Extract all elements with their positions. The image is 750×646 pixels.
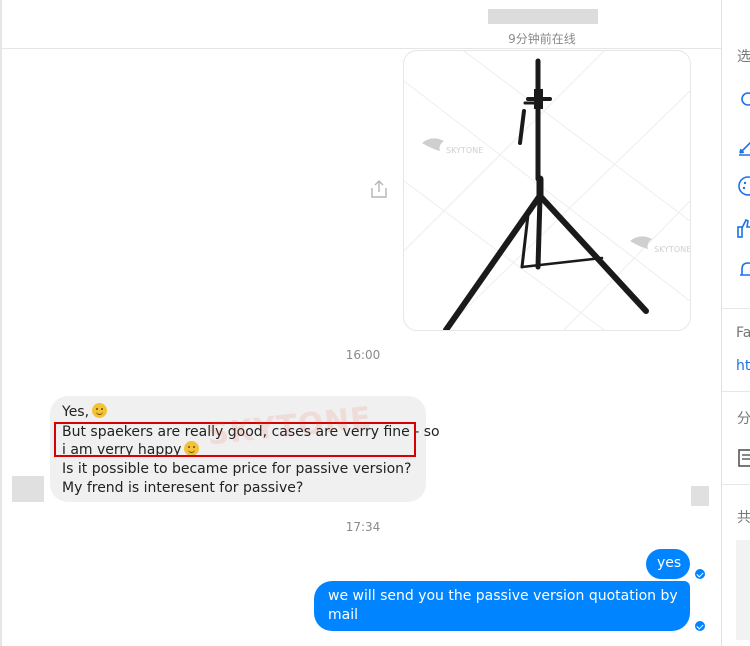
message-line: Is it possible to became price for passi… xyxy=(62,461,412,477)
message-line: we will send you the passive version quo… xyxy=(328,588,678,604)
message-text: yes xyxy=(657,555,682,571)
online-status: 9分钟前在线 xyxy=(508,32,576,46)
panel-label: 选 xyxy=(737,49,750,65)
outgoing-message-bubble[interactable]: yes xyxy=(646,549,690,579)
panel-link[interactable]: ht xyxy=(736,358,750,374)
chat-area[interactable]: SKYTONE SKYTONE 16:00 Yes, But spaekers … xyxy=(2,49,722,646)
delivered-check-icon xyxy=(695,569,705,579)
panel-divider xyxy=(722,391,750,392)
chat-header: 9分钟前在线 xyxy=(2,0,722,49)
palette-icon[interactable] xyxy=(736,174,750,198)
contact-avatar[interactable] xyxy=(12,476,44,502)
pencil-icon[interactable] xyxy=(736,134,750,158)
shared-photo-speaker-stand[interactable]: SKYTONE SKYTONE xyxy=(403,50,691,331)
panel-divider xyxy=(722,484,750,485)
right-info-panel: 选 Fa ht 分 共 xyxy=(721,0,750,646)
panel-label: 共 xyxy=(737,510,750,526)
panel-label: 分 xyxy=(737,411,750,427)
message-line: mail xyxy=(328,607,358,623)
timestamp: 16:00 xyxy=(345,348,381,362)
search-icon[interactable] xyxy=(736,88,750,112)
svg-text:SKYTONE: SKYTONE xyxy=(446,146,483,155)
panel-label: Fa xyxy=(736,325,750,341)
message-line: Yes, xyxy=(62,403,108,422)
skytone-watermark-logo-2: SKYTONE xyxy=(630,236,690,254)
wink-emoji-icon xyxy=(92,403,108,418)
seen-avatar xyxy=(691,486,709,506)
bell-icon[interactable] xyxy=(736,258,750,282)
message-line: My frend is interesent for passive? xyxy=(62,480,304,496)
outgoing-message-bubble[interactable]: we will send you the passive version quo… xyxy=(314,581,690,631)
share-icon[interactable] xyxy=(368,178,390,200)
shared-media-thumbnails[interactable] xyxy=(736,540,750,640)
speaker-stand-image: SKYTONE SKYTONE xyxy=(404,51,690,330)
document-icon[interactable] xyxy=(736,446,750,470)
thumbs-up-icon[interactable] xyxy=(736,216,750,240)
delivered-check-icon xyxy=(695,621,705,631)
svg-text:SKYTONE: SKYTONE xyxy=(654,245,690,254)
timestamp: 17:34 xyxy=(345,520,381,534)
contact-name-redacted xyxy=(488,9,598,24)
skytone-watermark-logo-1: SKYTONE xyxy=(422,138,483,155)
panel-divider xyxy=(722,308,750,309)
